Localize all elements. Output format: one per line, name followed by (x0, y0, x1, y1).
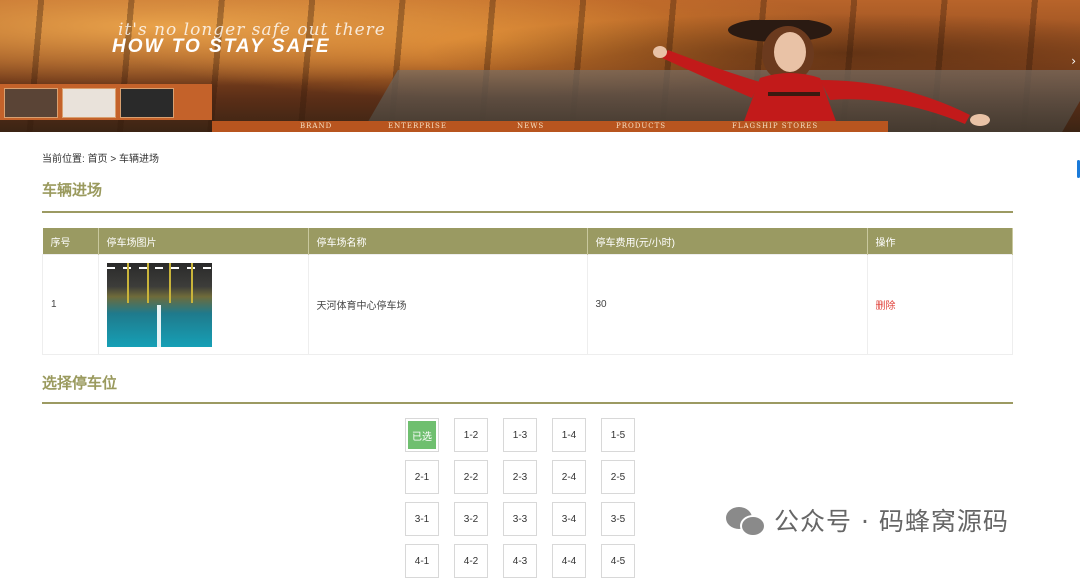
banner-nav-flagship-stores[interactable]: FLAGSHIP STORES (732, 122, 818, 130)
banner-thumbnail[interactable] (120, 88, 174, 118)
space-button[interactable]: 1-3 (503, 418, 537, 452)
hero-banner: it's no longer safe out there HOW TO STA… (0, 0, 1080, 132)
cell-index: 1 (42, 254, 99, 355)
space-button[interactable]: 4-3 (503, 544, 537, 578)
delete-link[interactable]: 删除 (876, 301, 896, 312)
space-button[interactable]: 1-2 (454, 418, 488, 452)
space-button[interactable]: 3-1 (405, 502, 439, 536)
cell-name: 天河体育中心停车场 (307, 254, 588, 355)
watermark: 公众号 · 码蜂窝源码 (726, 503, 1009, 537)
space-button[interactable]: 4-2 (454, 544, 488, 578)
space-button[interactable]: 2-1 (405, 460, 439, 494)
section-divider (42, 402, 1013, 404)
space-button[interactable]: 2-5 (601, 460, 635, 494)
space-button[interactable]: 3-4 (552, 502, 586, 536)
model-in-red-dress-image (653, 20, 990, 132)
watermark-text: 公众号 · 码蜂窝源码 (774, 507, 1009, 536)
breadcrumb-current: 车辆进场 (118, 154, 159, 165)
breadcrumb: 当前位置: 首页 > 车辆进场 (42, 150, 159, 165)
space-button[interactable]: 4-1 (405, 544, 439, 578)
section-title-vehicle-entry: 车辆进场 (42, 181, 103, 199)
banner-nav-products[interactable]: PRODUCTS (616, 122, 666, 130)
space-button[interactable]: 3-2 (454, 502, 488, 536)
space-button[interactable]: 3-5 (601, 502, 635, 536)
column-header-image: 停车场图片 (98, 228, 309, 255)
parking-lot-image[interactable] (106, 262, 212, 347)
wechat-icon (726, 505, 766, 537)
cell-fee: 30 (586, 254, 868, 355)
breadcrumb-prefix: 当前位置: (42, 154, 85, 165)
cell-action: 删除 (866, 254, 1013, 355)
space-button[interactable]: 3-3 (503, 502, 537, 536)
banner-nav-news[interactable]: NEWS (517, 122, 544, 130)
breadcrumb-home-link[interactable]: 首页 (88, 154, 108, 165)
table-row: 1 天河体育中心停车场 30 删除 (42, 254, 1013, 355)
column-header-name: 停车场名称 (308, 228, 588, 255)
space-button-selected[interactable]: 已选 (405, 418, 439, 452)
space-button[interactable]: 2-4 (552, 460, 586, 494)
breadcrumb-separator: > (110, 154, 117, 165)
banner-nav-brand[interactable]: BRAND (300, 122, 332, 130)
space-button[interactable]: 1-5 (601, 418, 635, 452)
section-divider (42, 211, 1013, 213)
space-button[interactable]: 1-4 (552, 418, 586, 452)
chevron-right-icon[interactable]: › (1071, 54, 1076, 68)
column-header-fee: 停车费用(元/小时) (587, 228, 868, 255)
space-button[interactable]: 2-2 (454, 460, 488, 494)
space-button[interactable]: 2-3 (503, 460, 537, 494)
cell-image (97, 254, 309, 355)
banner-thumbnail[interactable] (4, 88, 58, 118)
table-header-row: 序号 停车场图片 停车场名称 停车费用(元/小时) 操作 (42, 228, 1013, 255)
parking-lot-table: 序号 停车场图片 停车场名称 停车费用(元/小时) 操作 1 天河体育中心停车场… (42, 228, 1013, 355)
banner-headline: HOW TO STAY SAFE (112, 36, 331, 57)
space-button[interactable]: 4-4 (552, 544, 586, 578)
banner-thumbnail[interactable] (62, 88, 116, 118)
space-button[interactable]: 4-5 (601, 544, 635, 578)
column-header-action: 操作 (867, 228, 1013, 255)
column-header-index: 序号 (42, 228, 99, 255)
banner-nav: BRAND ENTERPRISE NEWS PRODUCTS FLAGSHIP … (212, 121, 888, 132)
banner-nav-enterprise[interactable]: ENTERPRISE (388, 122, 447, 130)
banner-thumbnails (0, 84, 212, 120)
section-title-select-space: 选择停车位 (42, 374, 118, 392)
